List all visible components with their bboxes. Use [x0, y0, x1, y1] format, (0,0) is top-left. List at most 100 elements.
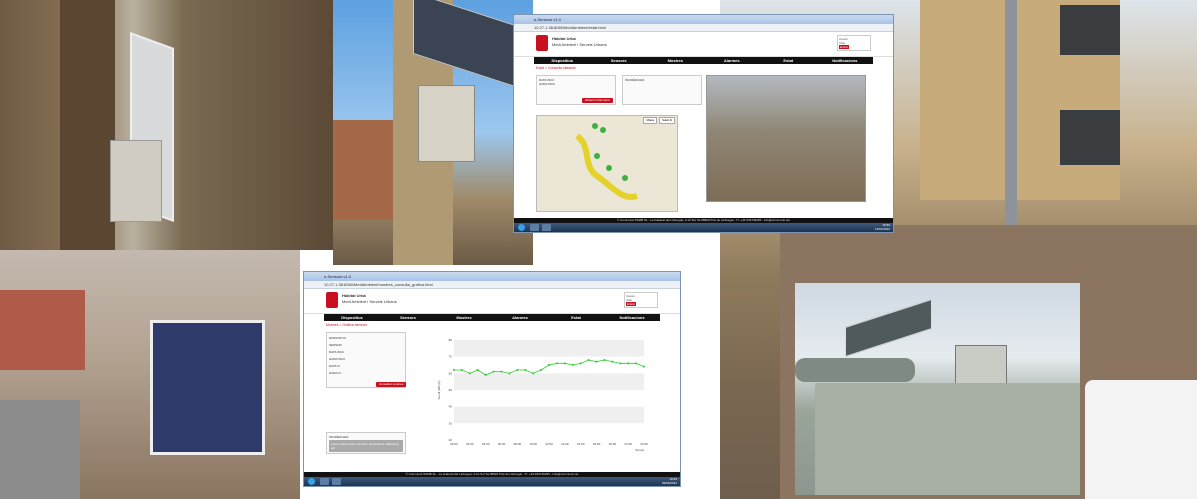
building [0, 290, 85, 370]
y-tick-label: 30 [449, 421, 453, 425]
form-label-start-date: DATA INICI [329, 350, 345, 354]
screenshot-status-map: e-Sensors v1.0 10.27.1.38:8080/MediAmbie… [513, 14, 894, 233]
y-tick-label: 40 [449, 405, 453, 409]
industrial-unit [815, 383, 1080, 495]
menu-alarmes[interactable]: Alarmes [704, 57, 761, 64]
login-box: Usuari Clau Entrar [624, 292, 658, 308]
start-button-icon[interactable] [308, 478, 315, 485]
address-bar[interactable]: 10.27.1.38:8080/MediAmbient/estat.html [514, 24, 893, 32]
data-point [516, 369, 519, 371]
form-label-start-time: HORA INICI [329, 357, 346, 361]
start-button-icon[interactable] [518, 224, 525, 231]
time-label: HORA INICI [539, 82, 556, 86]
menu-notificacions[interactable]: Notificacions [604, 314, 660, 321]
query-samples-button[interactable]: Consultar mostres [376, 382, 407, 387]
city-logo-icon [536, 35, 548, 51]
address-bar[interactable]: 10.27.1.38:8080/MediAmbient/mostres_cons… [304, 281, 680, 289]
x-tick-label: 14:00 [561, 442, 569, 446]
menu-estat[interactable]: Estat [548, 314, 604, 321]
incidents-panel: INCIDÈNCIES Lorem ipsum dolor sit amet, … [326, 432, 406, 454]
sensor-box [418, 85, 475, 162]
form-label-end-date: DATA FI [329, 364, 340, 368]
pipes [795, 358, 915, 382]
menu-dispositius[interactable]: Dispositius [324, 314, 380, 321]
menu-notificacions[interactable]: Notificacions [817, 57, 874, 64]
taskbar-app-icon[interactable] [332, 478, 341, 485]
data-point [532, 372, 535, 375]
grid-band [454, 423, 644, 440]
menu-estat[interactable]: Estat [760, 57, 817, 64]
data-point [571, 364, 574, 366]
org-name: Hàbitat Urbà [552, 36, 576, 41]
data-point [555, 362, 558, 365]
menu-sensors[interactable]: Sensors [591, 57, 648, 64]
data-point [643, 365, 645, 368]
login-button[interactable]: Entrar [839, 45, 850, 49]
login-button[interactable]: Entrar [626, 302, 637, 306]
menu-mostres[interactable]: Mostres [436, 314, 492, 321]
data-point [484, 374, 487, 376]
data-point [611, 360, 614, 363]
app-header: Hàbitat Urbà Medi Ambient i Serveis Urba… [304, 289, 680, 314]
sensor-box [110, 140, 162, 222]
form-label-device: DISPOSITIU [329, 336, 347, 340]
camera-image [706, 75, 866, 202]
data-point [524, 369, 527, 371]
taskbar-app-icon[interactable] [530, 224, 539, 231]
window [1060, 5, 1120, 55]
x-tick-label: 02:00 [466, 442, 474, 446]
route-path [575, 123, 638, 200]
photo-solar-panel-pole [0, 0, 333, 250]
screenshot-sensor-chart: e-Sensors v1.0 10.27.1.38:8080/MediAmbie… [303, 271, 681, 487]
y-tick-label: 50 [449, 388, 453, 392]
org-subtitle: Medi Ambient i Serveis Urbans [552, 42, 607, 47]
data-point [468, 372, 471, 375]
building [333, 120, 393, 220]
data-point [635, 362, 638, 365]
map-marker-icon [606, 165, 612, 171]
x-tick-label: 20:00 [609, 442, 617, 446]
data-point [492, 370, 495, 373]
x-tick-label: 24:00 [640, 442, 648, 446]
x-tick-label: 16:00 [577, 442, 585, 446]
grid-band [454, 340, 644, 357]
get-info-button[interactable]: Obtenir informació [582, 98, 613, 103]
x-tick-label: 22:00 [624, 442, 632, 446]
org-name: Hàbitat Urbà [342, 293, 366, 298]
grid-band [454, 390, 644, 407]
noise-chart: 2030405060708000:00 02:00 04:00 06:00 08:00 1… [437, 338, 648, 452]
data-point [587, 359, 590, 361]
browser-tab[interactable]: e-Sensors v1.0 [304, 272, 680, 281]
menu-alarmes[interactable]: Alarmes [492, 314, 548, 321]
incidents-title: INCIDÈNCIES [625, 78, 645, 82]
main-menu: Dispositius Sensors Mostres Alarmes Esta… [324, 314, 660, 321]
map-marker-icon [600, 127, 606, 133]
menu-dispositius[interactable]: Dispositius [534, 57, 591, 64]
clock: 16:50 13/01/2012 [875, 223, 890, 231]
clock-date: 13/01/2012 [874, 227, 890, 231]
taskbar-app-icon[interactable] [542, 224, 551, 231]
grid-band [454, 406, 644, 424]
van [1085, 380, 1197, 499]
x-tick-label: 06:00 [498, 442, 506, 446]
x-tick-label: 12:00 [545, 442, 553, 446]
taskbar-app-icon[interactable] [320, 478, 329, 485]
clock-date: 09/06/2012 [661, 481, 677, 485]
x-tick-label: 18:00 [593, 442, 601, 446]
data-point [627, 362, 630, 365]
solar-panel-illustration [150, 320, 265, 455]
menu-mostres[interactable]: Mostres [647, 57, 704, 64]
clock: 10:46 09/06/2012 [662, 477, 677, 485]
y-tick-label: 70 [449, 355, 453, 359]
y-axis-label: Soroll (dB (A)) [437, 380, 441, 399]
menu-sensors[interactable]: Sensors [380, 314, 436, 321]
solar-panel-illustration [845, 298, 932, 358]
route-map[interactable]: Mapa Satèl·lit [536, 115, 678, 212]
photo-sensor-industrial-unit [795, 283, 1080, 495]
street [0, 400, 80, 499]
browser-tab[interactable]: e-Sensors v1.0 [514, 15, 893, 24]
data-point [579, 362, 582, 365]
y-tick-label: 80 [449, 338, 453, 342]
x-tick-label: 08:00 [514, 442, 522, 446]
data-point [508, 372, 511, 375]
